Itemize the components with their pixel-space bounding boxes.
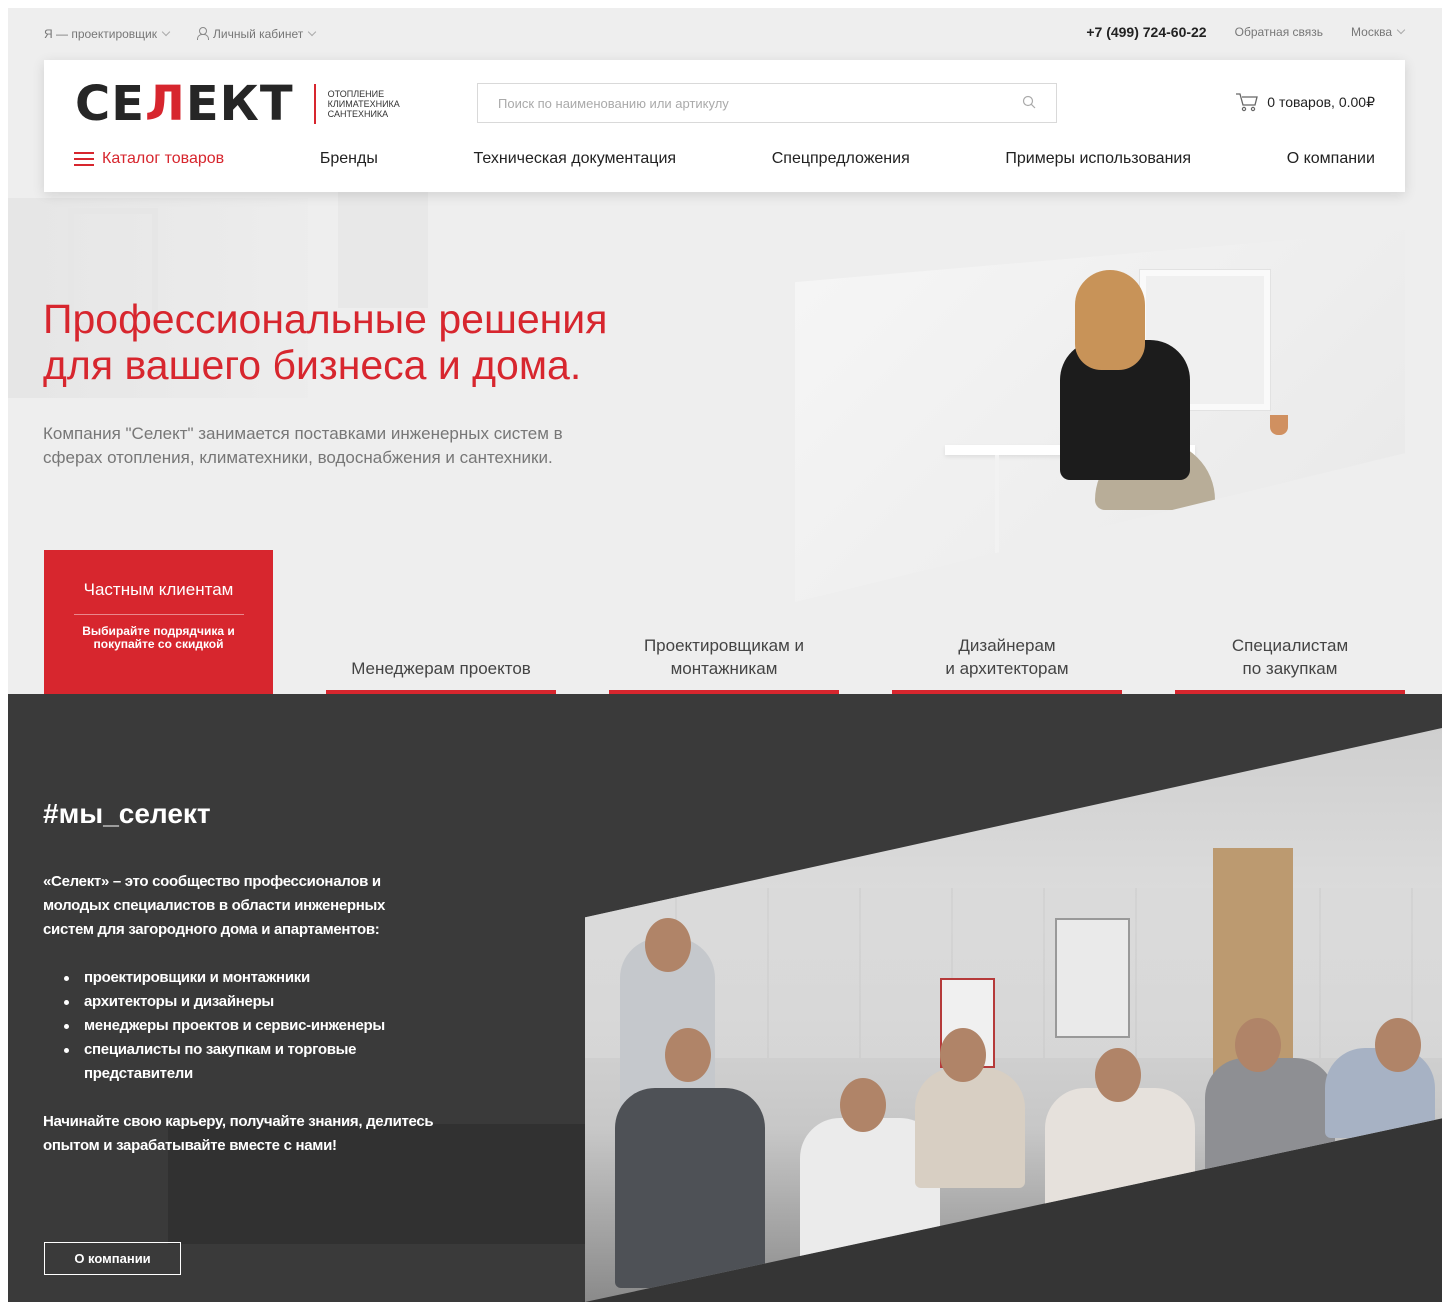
nav-special-offers[interactable]: Спецпредложения bbox=[772, 150, 910, 168]
nav-brands[interactable]: Бренды bbox=[320, 150, 378, 168]
list-item: специалисты по закупкам и торговые предс… bbox=[62, 1038, 432, 1086]
phone-number[interactable]: +7 (499) 724-60-22 bbox=[1086, 24, 1206, 40]
role-selector[interactable]: Я — проектировщик bbox=[44, 26, 171, 41]
chevron-down-icon bbox=[161, 27, 171, 36]
nav-tech-docs[interactable]: Техническая документация bbox=[473, 150, 676, 168]
user-icon bbox=[197, 27, 209, 40]
nav-about[interactable]: О компании bbox=[1287, 150, 1375, 168]
hero-title: Профессиональные решения для вашего бизн… bbox=[43, 296, 743, 388]
burger-icon bbox=[74, 152, 94, 166]
tab-label-line: Менеджерам проектов bbox=[351, 659, 531, 678]
photo-person bbox=[915, 1068, 1025, 1188]
hero-description: Компания "Селект" занимается поставками … bbox=[43, 424, 563, 467]
community-title: #мы_селект bbox=[43, 798, 211, 829]
logo[interactable]: СЕЛЕКТ ОТОПЛЕНИЕ КЛИМАТЕХНИКА САНТЕХНИКА bbox=[75, 80, 400, 128]
main-nav: Каталог товаров Бренды Техническая докум… bbox=[74, 150, 1375, 168]
cart-summary: 0 товаров, 0.00₽ bbox=[1267, 93, 1375, 110]
tab-label-line: Дизайнерам bbox=[958, 636, 1056, 655]
role-selector-label: Я — проектировщик bbox=[44, 26, 157, 41]
tab-label-line: Специалистам bbox=[1231, 636, 1349, 655]
photo-person-head bbox=[1095, 1048, 1141, 1102]
photo-boiler bbox=[1055, 918, 1130, 1038]
tab-label: Менеджерам проектов bbox=[326, 657, 556, 680]
search-box bbox=[477, 83, 1057, 123]
tab-separator bbox=[73, 614, 244, 615]
account-link[interactable]: Личный кабинет bbox=[197, 26, 317, 41]
account-label: Личный кабинет bbox=[213, 27, 304, 41]
tab-sublabel: Выбирайте подрядчика и покупайте со скид… bbox=[82, 624, 235, 651]
logo-tagline-line: ОТОПЛЕНИЕ bbox=[327, 89, 385, 99]
tab-interior-architects[interactable]: Дизайнерам и архитекторам bbox=[892, 610, 1122, 694]
search-icon[interactable] bbox=[1022, 95, 1036, 109]
photo-person bbox=[615, 1088, 765, 1288]
woman-hair bbox=[1075, 270, 1145, 370]
plant-pot bbox=[1270, 415, 1288, 435]
hero-title-line: Профессиональные решения bbox=[43, 296, 608, 342]
bg-shape bbox=[338, 188, 428, 308]
tab-designers-installers[interactable]: Проектировщикам и монтажникам bbox=[609, 610, 839, 694]
tab-procurement[interactable]: Специалистам по закупкам bbox=[1175, 610, 1405, 694]
cart-icon bbox=[1236, 93, 1259, 112]
search-input[interactable] bbox=[478, 84, 998, 122]
list-item: менеджеры проектов и сервис-инженеры bbox=[62, 1014, 432, 1038]
community-intro: «Селект» – это сообщество профессионалов… bbox=[43, 873, 386, 938]
tab-label: Специалистам по закупкам bbox=[1175, 634, 1405, 680]
feedback-link[interactable]: Обратная связь bbox=[1235, 25, 1323, 39]
chevron-down-icon bbox=[308, 27, 317, 37]
tab-label-line: Проектировщикам и bbox=[643, 636, 805, 655]
photo-person-head bbox=[940, 1028, 986, 1082]
list-item: проектировщики и монтажники bbox=[62, 966, 432, 990]
desk-leg bbox=[995, 455, 999, 555]
photo-person-head bbox=[1375, 1018, 1421, 1072]
city-label: Москва bbox=[1351, 25, 1392, 39]
tab-project-managers[interactable]: Менеджерам проектов bbox=[326, 610, 556, 694]
tab-label-line: по закупкам bbox=[1242, 659, 1338, 678]
nav-catalog-label: Каталог товаров bbox=[102, 150, 225, 167]
logo-divider bbox=[313, 84, 316, 124]
logo-wordmark: СЕЛЕКТ bbox=[75, 76, 294, 132]
chevron-down-icon bbox=[1396, 25, 1406, 35]
photo-person-head bbox=[645, 918, 691, 972]
header: СЕЛЕКТ ОТОПЛЕНИЕ КЛИМАТЕХНИКА САНТЕХНИКА… bbox=[44, 60, 1405, 192]
list-item: архитекторы и дизайнеры bbox=[62, 990, 432, 1014]
about-company-button[interactable]: О компании bbox=[44, 1242, 181, 1275]
tab-label: Дизайнерам и архитекторам bbox=[892, 634, 1122, 680]
cart-button[interactable]: 0 товаров, 0.00₽ bbox=[1235, 92, 1375, 112]
tab-label-line: монтажникам bbox=[670, 659, 778, 678]
photo-person-head bbox=[1235, 1018, 1281, 1072]
community-outro: Начинайте свою карьеру, получайте знания… bbox=[43, 1113, 434, 1154]
logo-tagline-line: КЛИМАТЕХНИКА bbox=[327, 99, 400, 109]
photo-person-head bbox=[665, 1028, 711, 1082]
nav-use-cases[interactable]: Примеры использования bbox=[1005, 150, 1191, 168]
community-list: проектировщики и монтажники архитекторы … bbox=[62, 966, 432, 1086]
hero-title-line: для вашего бизнеса и дома. bbox=[43, 342, 582, 388]
nav-catalog[interactable]: Каталог товаров bbox=[74, 150, 224, 168]
city-selector[interactable]: Москва bbox=[1351, 25, 1406, 39]
tab-private-clients[interactable]: Частным клиентам Выбирайте подрядчика и … bbox=[44, 550, 273, 694]
photo-person-head bbox=[840, 1078, 886, 1132]
logo-tagline-line: САНТЕХНИКА bbox=[327, 109, 389, 119]
logo-tagline: ОТОПЛЕНИЕ КЛИМАТЕХНИКА САНТЕХНИКА bbox=[328, 89, 400, 119]
tab-label-line: и архитекторам bbox=[945, 659, 1069, 678]
tab-label: Частным клиентам bbox=[83, 580, 234, 599]
tab-label: Проектировщикам и монтажникам bbox=[609, 634, 839, 680]
top-bar: Я — проектировщик Личный кабинет +7 (499… bbox=[44, 22, 1406, 44]
